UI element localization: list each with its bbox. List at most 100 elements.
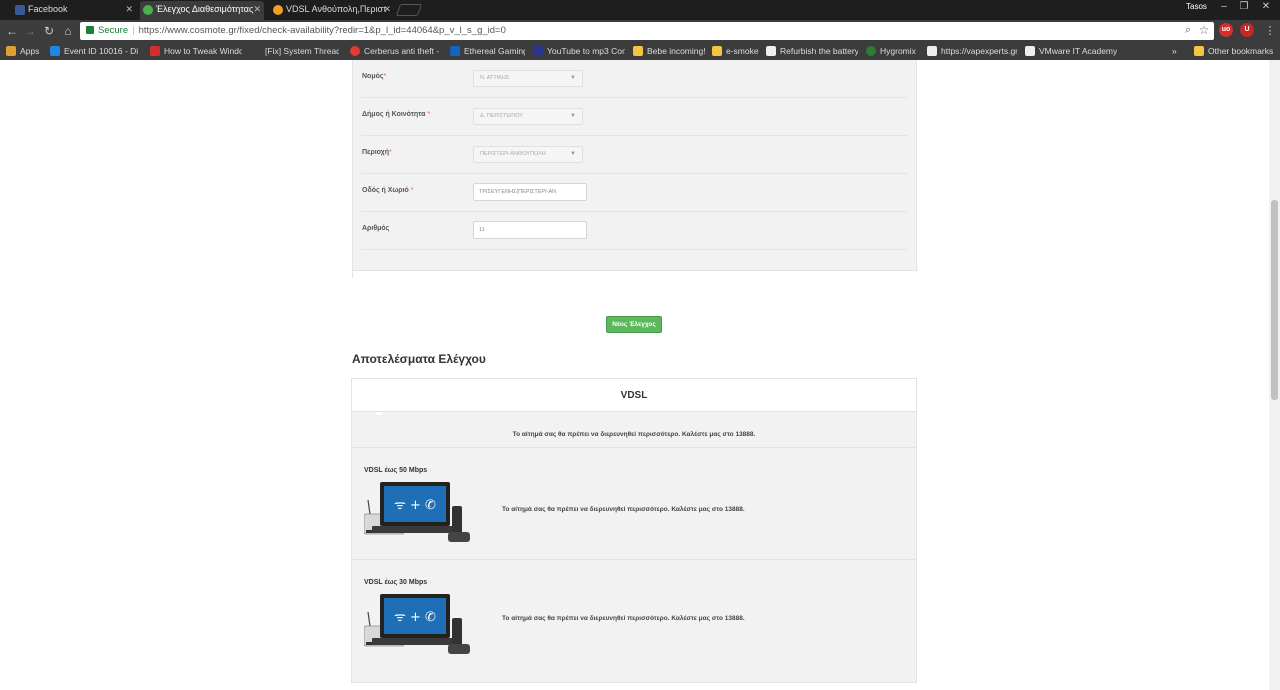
other-bookmarks[interactable]: Other bookmarks: [1194, 45, 1274, 57]
header-notch: [376, 412, 382, 415]
plan-message: Το αίτημά σας θα πρέπει να διερευνηθεί π…: [502, 615, 745, 622]
vdsl-header: VDSL: [352, 379, 916, 412]
scrollbar-thumb[interactable]: [1271, 200, 1278, 400]
home-icon[interactable]: ⌂: [60, 23, 76, 39]
url-separator: |: [132, 25, 135, 36]
minimize-icon[interactable]: –: [1214, 0, 1234, 14]
page-viewport: Νομός* Ν. ΑΤΤΙΚΗΣ ▼ Δήμος ή Κοινότητα * Δ…: [0, 60, 1269, 690]
tab-check-availability[interactable]: Έλεγχος Διαθεσιμότητας ✕: [140, 1, 264, 20]
number-input[interactable]: 11: [473, 221, 587, 239]
bookmark-item[interactable]: [Fix] System Thread E: [251, 45, 339, 57]
reload-icon[interactable]: ↻: [41, 23, 57, 39]
new-tab-button[interactable]: [395, 4, 423, 16]
prefecture-label: Νομός*: [362, 73, 387, 80]
address-bar[interactable]: Secure | https://www.cosmote.gr/fixed/chec…: [80, 22, 1214, 40]
bookmark-label: Refurbish the battery: [780, 46, 858, 56]
ublock-extension-icon[interactable]: uo: [1219, 23, 1233, 37]
municipality-label: Δήμος ή Κοινότητα *: [362, 111, 431, 118]
vdsl-title: VDSL: [620, 390, 648, 401]
bookmark-item[interactable]: YouTube to mp3 Con: [533, 45, 625, 57]
site-icon: [1025, 46, 1035, 56]
bookmark-item[interactable]: Cerberus anti theft -: [350, 45, 440, 57]
lock-icon: [86, 26, 94, 34]
bookmark-item[interactable]: Hygromix: [866, 45, 922, 57]
bookmark-item[interactable]: e-smoke: [712, 45, 760, 57]
close-tab-icon[interactable]: ✕: [125, 1, 133, 18]
bookmark-apps[interactable]: Apps: [6, 45, 46, 57]
plan-name: VDSL έως 50 Mbps: [364, 467, 428, 474]
close-tab-icon[interactable]: ✕: [383, 1, 391, 18]
tab-strip: Facebook ✕ Έλεγχος Διαθεσιμότητας ✕ VDSL…: [0, 0, 1280, 20]
bookmark-star-icon[interactable]: ☆: [1196, 22, 1212, 38]
url-text: https://www.cosmote.gr/fixed/check-avail…: [138, 25, 506, 36]
site-icon: [866, 46, 876, 56]
form-row-municipality: Δήμος ή Κοινότητα * Δ. ΠΕΡΙΣΤΕΡΙΟΥ ▼: [361, 98, 908, 136]
plan-row: VDSL έως 50 Mbps ᯤ + ✆ Το αίτημά σας θα …: [352, 447, 916, 559]
next-section-edge: [351, 682, 917, 690]
folder-icon: [1194, 46, 1204, 56]
new-check-button[interactable]: Νέος Έλεγχος: [606, 316, 662, 333]
close-window-icon[interactable]: ✕: [1256, 0, 1276, 14]
bookmark-label: Cerberus anti theft -: [364, 46, 440, 56]
site-icon: [533, 46, 543, 56]
bookmark-label: Ethereal Gaming: [464, 46, 525, 56]
area-select[interactable]: ΠΕΡΙΣΤΕΡΙ-ΑΝΘΟΥΠΟΛΗ ▼: [473, 146, 583, 163]
area-label: Περιοχή*: [362, 149, 392, 156]
cosmote-favicon-icon: [143, 5, 153, 15]
bookmark-item[interactable]: Refurbish the battery: [766, 45, 858, 57]
windows-icon: [50, 46, 60, 56]
bookmark-item[interactable]: Event ID 10016 - Dist: [50, 45, 138, 57]
bookmark-item[interactable]: https://vapexperts.gr: [927, 45, 1017, 57]
plan-message: Το αίτημά σας θα πρέπει να διερευνηθεί π…: [502, 506, 745, 513]
form-row-street: Οδός ή Χωριό * ΤΡΙΣΕΥΓΕΝΗΣ(ΠΕΡΙΣΤΕΡΙ-ΑΝ: [361, 174, 908, 212]
folder-icon: [633, 46, 643, 56]
forward-icon[interactable]: →: [22, 23, 38, 39]
bookmarks-overflow-icon[interactable]: »: [1172, 45, 1186, 57]
bookmark-label: Bebe incoming!: [647, 46, 705, 56]
municipality-select[interactable]: Δ. ΠΕΡΙΣΤΕΡΙΟΥ ▼: [473, 108, 583, 125]
bookmark-item[interactable]: Bebe incoming!: [633, 45, 705, 57]
bookmark-item[interactable]: How to Tweak Windo: [150, 45, 242, 57]
site-icon: [766, 46, 776, 56]
browser-toolbar: ← → ↻ ⌂ Secure | https://www.cosmote.gr/fi…: [0, 20, 1280, 42]
bookmark-label: Hygromix: [880, 46, 916, 56]
chevron-down-icon: ▼: [570, 75, 576, 81]
profile-name[interactable]: Tasos: [1186, 2, 1207, 11]
site-icon: [251, 46, 261, 56]
page-icon: [927, 46, 937, 56]
router-laptop-phone-image: ᯤ + ✆: [364, 594, 470, 654]
site-icon: [150, 46, 160, 56]
bookmark-label: [Fix] System Thread E: [265, 46, 339, 56]
tab-facebook[interactable]: Facebook ✕: [12, 1, 136, 20]
street-label: Οδός ή Χωριό *: [362, 187, 414, 194]
page-scrollbar[interactable]: [1269, 60, 1280, 690]
site-icon: [450, 46, 460, 56]
plan-row: VDSL έως 30 Mbps ᯤ + ✆ Το αίτημά σας θα …: [352, 559, 916, 673]
form-row-prefecture: Νομός* Ν. ΑΤΤΙΚΗΣ ▼: [361, 60, 908, 98]
restore-icon[interactable]: ❐: [1234, 0, 1254, 14]
secure-label: Secure: [98, 25, 129, 36]
menu-dots-icon[interactable]: ⋮: [1262, 23, 1278, 39]
street-input[interactable]: ΤΡΙΣΕΥΓΕΝΗΣ(ΠΕΡΙΣΤΕΡΙ-ΑΝ: [473, 183, 587, 201]
zoom-icon[interactable]: ⌕: [1180, 22, 1196, 38]
form-row-area: Περιοχή* ΠΕΡΙΣΤΕΡΙ-ΑΝΘΟΥΠΟΛΗ ▼: [361, 136, 908, 174]
number-label: Αριθμός: [362, 225, 390, 232]
prefecture-select[interactable]: Ν. ΑΤΤΙΚΗΣ ▼: [473, 70, 583, 87]
bookmark-label: Apps: [20, 46, 40, 56]
bookmark-label: Event ID 10016 - Dist: [64, 46, 138, 56]
close-tab-icon[interactable]: ✕: [253, 1, 261, 18]
forum-favicon-icon: [273, 5, 283, 15]
extension-shield-icon[interactable]: U: [1240, 23, 1254, 37]
form-footer: [353, 270, 918, 278]
bookmark-label: YouTube to mp3 Con: [547, 46, 625, 56]
bookmark-label: e-smoke: [726, 46, 759, 56]
tab-label: VDSL Ανθούπολη,Περιστ: [286, 4, 387, 14]
back-icon[interactable]: ←: [4, 23, 20, 39]
tab-vdsl-forum[interactable]: VDSL Ανθούπολη,Περιστ ✕: [270, 1, 394, 20]
bookmark-label: Other bookmarks: [1208, 46, 1274, 56]
form-row-number: Αριθμός 11: [361, 212, 908, 250]
bookmark-item[interactable]: VMware IT Academy: [1025, 45, 1117, 57]
vdsl-message: Το αίτημά σας θα πρέπει να διερευνηθεί π…: [512, 431, 756, 438]
bookmark-item[interactable]: Ethereal Gaming: [450, 45, 525, 57]
apps-grid-icon: [6, 46, 16, 56]
